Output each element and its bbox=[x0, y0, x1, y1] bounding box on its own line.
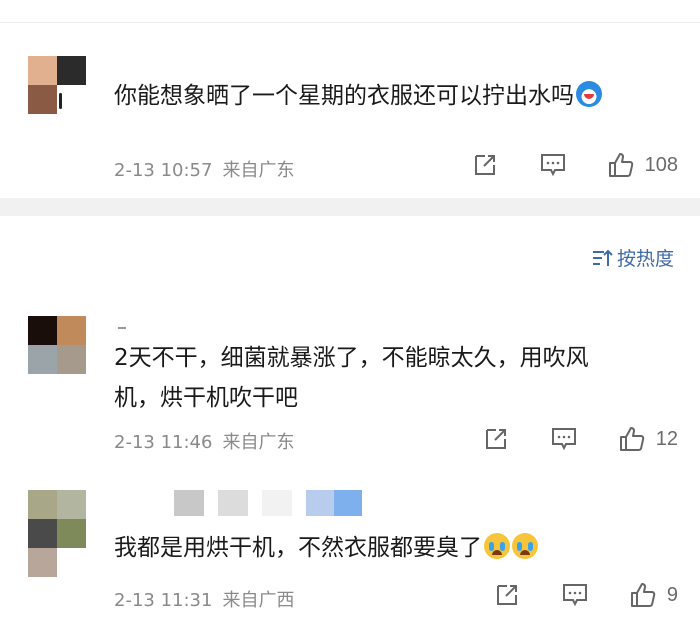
top-divider bbox=[0, 22, 700, 23]
comment-item: 我都是用烘干机，不然衣服都要臭了 2-13 11:31 来自广西 9 bbox=[0, 472, 700, 634]
comment-time: 2-13 11:46 bbox=[114, 432, 213, 453]
comment-icon[interactable] bbox=[550, 426, 578, 452]
sort-icon bbox=[592, 249, 613, 266]
share-icon[interactable] bbox=[471, 152, 499, 178]
comment-location: 来自广东 bbox=[222, 160, 295, 181]
comment-meta: 2-13 11:46 来自广东 bbox=[114, 428, 294, 454]
comment-meta: 2-13 11:31 来自广西 bbox=[114, 586, 294, 612]
comment-actions: 12 bbox=[482, 426, 678, 452]
share-icon[interactable] bbox=[493, 582, 521, 608]
comment-text: 2天不干，细菌就暴涨了，不能晾太久，用吹风 机，烘干机吹干吧 bbox=[114, 338, 589, 418]
comment-actions: 9 bbox=[493, 582, 678, 608]
comment-text: 我都是用烘干机，不然衣服都要臭了 bbox=[114, 528, 538, 568]
comment-icon[interactable] bbox=[561, 582, 589, 608]
crying-emoji-icon bbox=[484, 533, 510, 559]
like-count: 12 bbox=[655, 427, 678, 450]
crying-emoji-icon bbox=[512, 533, 538, 559]
comment-item: 2天不干，细菌就暴涨了，不能晾太久，用吹风 机，烘干机吹干吧 2-13 11:4… bbox=[0, 300, 700, 470]
sort-by-hot-button[interactable]: 按热度 bbox=[591, 244, 674, 271]
like-count: 9 bbox=[666, 583, 678, 606]
section-divider bbox=[0, 198, 700, 216]
share-icon[interactable] bbox=[482, 426, 510, 452]
comment-text-line-2: 机，烘干机吹干吧 bbox=[114, 385, 298, 411]
like-count: 108 bbox=[644, 153, 678, 176]
doraemon-emoji-icon bbox=[576, 81, 602, 107]
comment-text: 你能想象晒了一个星期的衣服还可以拧出水吗 bbox=[114, 76, 602, 116]
comment-location: 来自广东 bbox=[222, 432, 295, 453]
comment-location: 来自广西 bbox=[222, 590, 295, 611]
avatar[interactable] bbox=[28, 56, 86, 114]
sort-label: 按热度 bbox=[616, 248, 674, 270]
avatar[interactable] bbox=[28, 490, 86, 577]
avatar[interactable] bbox=[28, 316, 86, 374]
comment-actions: 108 bbox=[471, 152, 678, 178]
comment-text-line-1: 2天不干，细菌就暴涨了，不能晾太久，用吹风 bbox=[114, 345, 589, 371]
like-icon[interactable] bbox=[629, 582, 657, 608]
username-blurred[interactable] bbox=[174, 490, 362, 516]
username-placeholder bbox=[118, 327, 126, 329]
comment-time: 2-13 10:57 bbox=[114, 160, 213, 181]
comment-meta: 2-13 10:57 来自广东 bbox=[114, 156, 294, 182]
comment-time: 2-13 11:31 bbox=[114, 590, 213, 611]
comment-icon[interactable] bbox=[539, 152, 567, 178]
comment-item: 你能想象晒了一个星期的衣服还可以拧出水吗 2-13 10:57 来自广东 108 bbox=[0, 30, 700, 198]
like-icon[interactable] bbox=[618, 426, 646, 452]
like-icon[interactable] bbox=[607, 152, 635, 178]
